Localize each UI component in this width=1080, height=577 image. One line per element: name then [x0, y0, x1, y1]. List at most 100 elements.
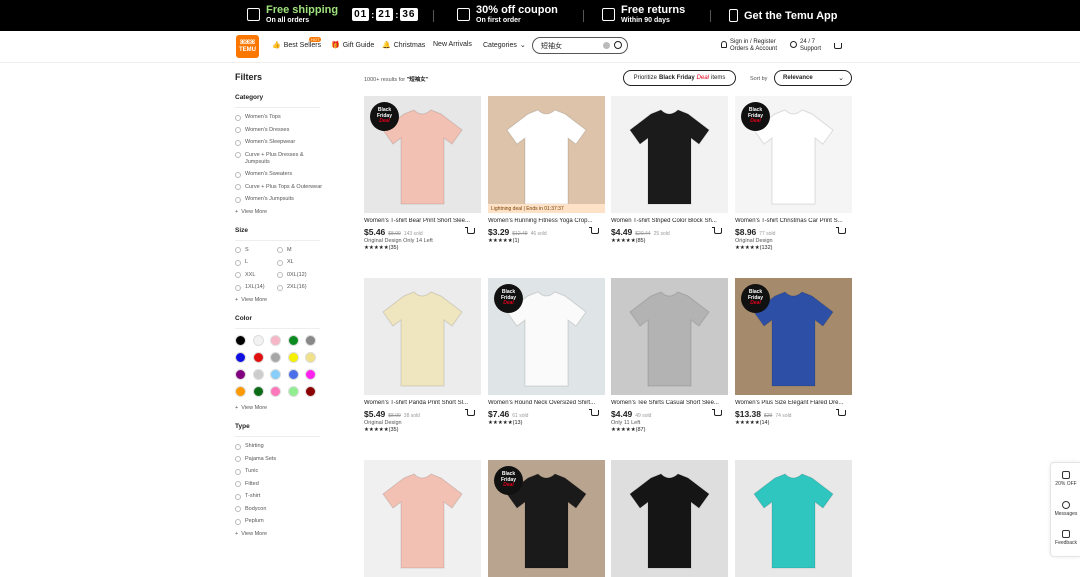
radio-button[interactable]	[235, 114, 241, 121]
product-title[interactable]: Women's T-shirt Bear Print Short Slee...	[364, 218, 481, 224]
product-image[interactable]: Black Friday Deal	[735, 278, 852, 395]
radio-button[interactable]	[235, 506, 241, 512]
nav-gift-guide[interactable]: 🎁 Gift Guide	[331, 41, 374, 50]
support-link[interactable]: 24 / 7 Support	[790, 39, 821, 53]
radio-button[interactable]	[277, 259, 283, 266]
product-image[interactable]	[364, 278, 481, 395]
category-option[interactable]: Women's Dresses	[235, 127, 325, 134]
product-image[interactable]: Black Friday Deal	[735, 96, 852, 213]
nav-categories[interactable]: Categories ⌄	[483, 41, 526, 50]
size-option[interactable]: 1XL(14)	[235, 284, 277, 291]
radio-button[interactable]	[235, 493, 241, 500]
product-image[interactable]: Black Friday Deal	[364, 96, 481, 213]
radio-button[interactable]	[277, 284, 283, 291]
search-icon[interactable]	[614, 41, 622, 49]
color-view-more[interactable]: + View More	[235, 405, 325, 411]
size-option[interactable]: L	[235, 259, 277, 266]
radio-button[interactable]	[235, 284, 241, 291]
clear-search-icon[interactable]	[603, 42, 610, 49]
product-card[interactable]: Women T-shirt Striped Color Block Sh... $…	[611, 96, 728, 244]
color-swatch[interactable]	[252, 386, 264, 397]
color-swatch[interactable]	[305, 352, 316, 363]
type-view-more[interactable]: + View More	[235, 531, 325, 537]
category-option[interactable]: Women's Tops	[235, 114, 325, 121]
color-swatch[interactable]	[305, 369, 316, 380]
color-swatch[interactable]	[305, 335, 316, 346]
size-option[interactable]: 0XL(12)	[277, 272, 319, 279]
product-title[interactable]: Women's T-shirt Christmas Car Print S...	[735, 218, 852, 224]
get-app-link[interactable]: Get the Temu App	[729, 9, 838, 22]
add-to-cart-icon[interactable]	[465, 227, 475, 234]
color-swatch[interactable]	[305, 386, 316, 397]
radio-button[interactable]	[235, 139, 241, 146]
color-swatch[interactable]	[235, 386, 246, 397]
type-option[interactable]: T-shirt	[235, 493, 325, 500]
add-to-cart-icon[interactable]	[465, 409, 475, 416]
product-title[interactable]: Women's Round Neck Oversized Shirt...	[488, 400, 605, 406]
product-card[interactable]: Black Friday Deal Women's T-shirt Christmas…	[735, 96, 852, 251]
type-option[interactable]: Bodycon	[235, 506, 325, 513]
add-to-cart-icon[interactable]	[836, 227, 846, 234]
color-swatch[interactable]	[270, 335, 281, 346]
add-to-cart-icon[interactable]	[712, 227, 722, 234]
product-card[interactable]: Women's Tee Shirts Casual Short Slee... $…	[611, 278, 728, 433]
size-option[interactable]: 2XL(16)	[277, 284, 319, 291]
product-card[interactable]: Women's T-shirt Panda Print Short Sl... $…	[364, 278, 481, 433]
radio-button[interactable]	[235, 196, 241, 203]
color-swatch[interactable]	[270, 386, 281, 397]
category-option[interactable]: Women's Jumpsuits	[235, 196, 325, 203]
product-card[interactable]	[364, 460, 481, 577]
radio-button[interactable]	[235, 468, 241, 475]
type-option[interactable]: Peplum	[235, 518, 325, 525]
size-option[interactable]: XXL	[235, 272, 277, 279]
discount-widget[interactable]: 20% OFF	[1051, 471, 1080, 487]
feedback-widget[interactable]: Feedback	[1051, 530, 1080, 546]
radio-button[interactable]	[235, 127, 241, 133]
category-view-more[interactable]: + View More	[235, 209, 325, 215]
category-option[interactable]: Curve + Plus Dresses & Jumpsuits	[235, 152, 325, 166]
color-swatch[interactable]	[270, 352, 281, 363]
product-image[interactable]: Lightning deal | Ends in 01:37:37	[488, 96, 605, 213]
color-swatch[interactable]	[287, 352, 299, 363]
search-input[interactable]: 短袖女	[532, 37, 628, 54]
product-card[interactable]: Lightning deal | Ends in 01:37:37 Women's…	[488, 96, 605, 244]
radio-button[interactable]	[235, 259, 241, 266]
product-title[interactable]: Women's Plus Size Elegant Flared Dre...	[735, 400, 852, 406]
color-swatch[interactable]	[252, 369, 264, 380]
type-option[interactable]: Shirting	[235, 443, 325, 450]
product-card[interactable]	[735, 460, 852, 577]
color-swatch[interactable]	[287, 386, 299, 397]
messages-widget[interactable]: Messages	[1051, 501, 1080, 517]
color-swatch[interactable]	[252, 352, 264, 363]
product-image[interactable]	[364, 460, 481, 577]
radio-button[interactable]	[235, 443, 241, 450]
product-image[interactable]	[611, 278, 728, 395]
color-swatch[interactable]	[235, 369, 246, 380]
product-card[interactable]: Black Friday Deal Women's Plus Size Elegant…	[735, 278, 852, 426]
radio-button[interactable]	[235, 152, 241, 158]
radio-button[interactable]	[235, 481, 241, 487]
nav-best-sellers[interactable]: 👍 Best Sellers	[272, 41, 321, 50]
color-swatch[interactable]	[235, 335, 246, 346]
prioritize-black-friday-button[interactable]: Prioritize Black Friday Deal items	[623, 70, 736, 86]
size-option[interactable]: M	[277, 247, 319, 254]
add-to-cart-icon[interactable]	[836, 409, 846, 416]
size-option[interactable]: S	[235, 247, 277, 254]
type-option[interactable]: Fitted	[235, 481, 325, 488]
type-option[interactable]: Tunic	[235, 468, 325, 475]
size-option[interactable]: XL	[277, 259, 319, 266]
radio-button[interactable]	[277, 247, 283, 253]
color-swatch[interactable]	[287, 335, 299, 346]
temu-logo[interactable]: ꕤꕤꕤ TEMU	[236, 35, 259, 58]
radio-button[interactable]	[235, 247, 241, 253]
product-card[interactable]: Black Friday Deal Women's T-shirt Bear Prin…	[364, 96, 481, 251]
radio-button[interactable]	[235, 171, 241, 178]
product-image[interactable]	[611, 96, 728, 213]
returns-promo[interactable]: Free returns Within 90 days	[602, 4, 685, 25]
category-option[interactable]: Women's Sleepwear	[235, 139, 325, 146]
product-image[interactable]	[735, 460, 852, 577]
size-view-more[interactable]: + View More	[235, 297, 325, 303]
type-option[interactable]: Pajama Sets	[235, 456, 325, 463]
nav-new-arrivals[interactable]: New Arrivals	[433, 41, 472, 48]
add-to-cart-icon[interactable]	[589, 227, 599, 234]
